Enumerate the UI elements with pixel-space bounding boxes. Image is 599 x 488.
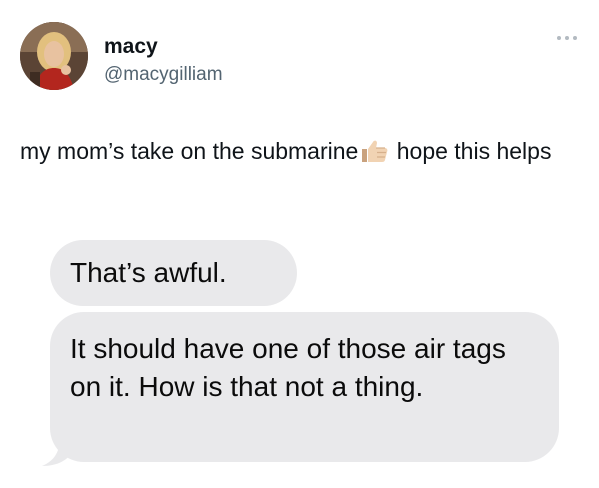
message-text: That’s awful.	[70, 257, 227, 288]
thumbs-up-icon	[362, 140, 388, 162]
message-text: It should have one of those air tags on …	[70, 333, 506, 402]
user-handle[interactable]: @macygilliam	[104, 64, 223, 86]
tweet-text-start: my mom’s take on the submarine	[20, 138, 359, 164]
display-name[interactable]: macy	[104, 35, 158, 59]
tweet-text-end: hope this helps	[390, 138, 552, 164]
message-bubble: It should have one of those air tags on …	[50, 312, 559, 462]
tweet-header: macy @macygilliam	[20, 22, 579, 94]
profile-photo-icon	[20, 22, 88, 90]
tweet-text: my mom’s take on the submarine hope this…	[20, 134, 585, 168]
more-horizontal-icon[interactable]	[555, 32, 579, 44]
message-bubble: That’s awful.	[50, 240, 297, 306]
avatar[interactable]	[20, 22, 88, 90]
